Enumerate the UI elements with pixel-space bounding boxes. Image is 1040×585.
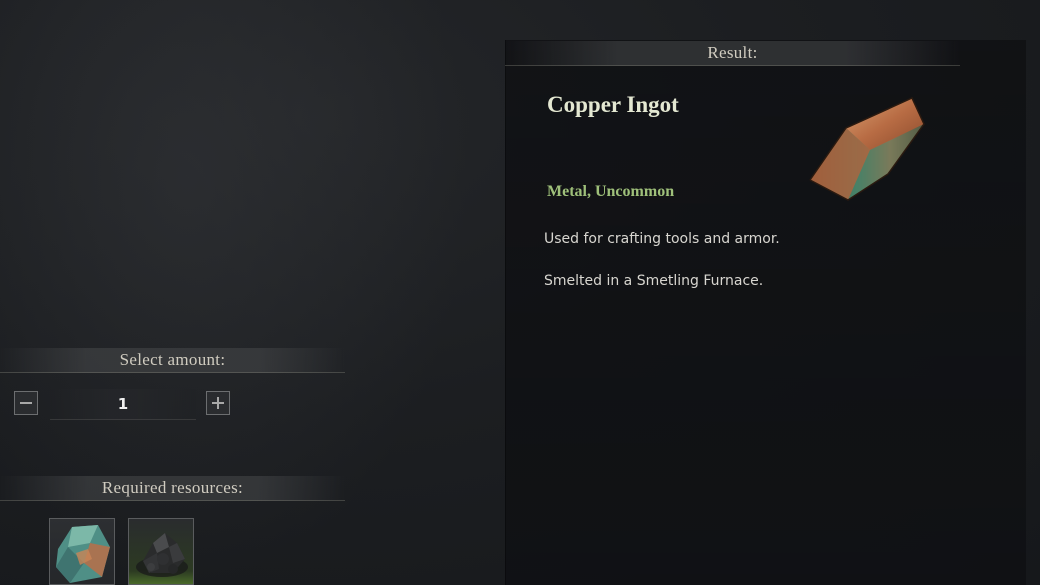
plus-icon — [212, 397, 224, 409]
coal-icon — [136, 533, 188, 577]
result-panel — [505, 40, 1026, 585]
result-header: Result: — [505, 41, 960, 66]
resource-slot-coal[interactable] — [128, 518, 194, 585]
item-description-source: Smelted in a Smetling Furnace. — [544, 273, 764, 289]
copper-ingot-icon — [809, 97, 925, 201]
increase-amount-button[interactable] — [206, 391, 230, 415]
item-category: Metal, Uncommon — [547, 183, 675, 200]
required-resources-header: Required resources: — [0, 476, 345, 501]
minus-icon — [20, 402, 32, 404]
resource-slot-copper-ore[interactable] — [49, 518, 115, 585]
select-amount-header: Select amount: — [0, 348, 345, 373]
amount-input[interactable]: 1 — [50, 389, 196, 420]
copper-ore-icon — [56, 525, 110, 583]
item-description-usage: Used for crafting tools and armor. — [544, 231, 780, 247]
decrease-amount-button[interactable] — [14, 391, 38, 415]
item-name: Copper Ingot — [547, 92, 679, 117]
